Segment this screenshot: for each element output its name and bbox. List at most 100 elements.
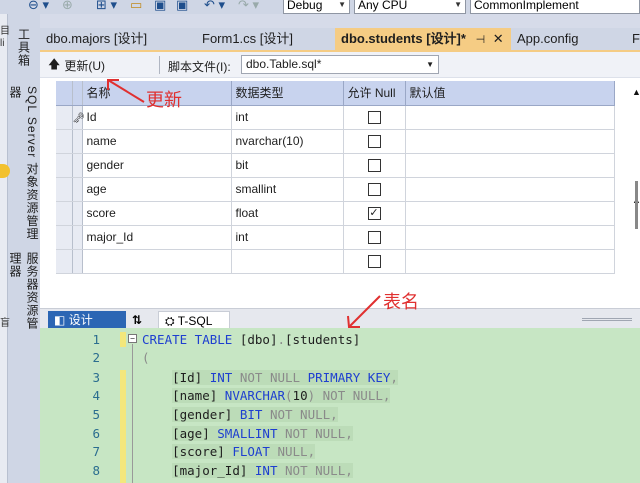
table-row[interactable]: age smallint [56, 177, 615, 202]
cell-default-value[interactable] [405, 225, 615, 250]
scroll-up-icon[interactable]: ▲ [632, 87, 640, 97]
allow-null-checkbox[interactable] [367, 255, 381, 269]
cell-default-value[interactable] [405, 201, 615, 226]
server-explorer-tab[interactable]: 服务器资源管理器 [8, 252, 39, 336]
collapse-icon[interactable]: − [128, 334, 137, 343]
cell-name[interactable]: major_Id [82, 225, 232, 250]
cell-default-value[interactable] [405, 249, 615, 274]
swap-panes-button[interactable]: ⇅ [126, 311, 158, 329]
row-selector[interactable] [56, 249, 73, 274]
configuration-combo[interactable]: Debug ▼ [283, 0, 350, 14]
scroll-thumb[interactable] [635, 181, 638, 229]
tab-design-pane[interactable]: ◧ 设计 [48, 311, 126, 329]
tsql-editor[interactable]: 1 2 3 4 5 6 7 8 − CREATE TABLE [dbo].[st… [40, 328, 640, 483]
new-project-icon[interactable]: ⊞ ▾ [96, 0, 117, 13]
forward-icon[interactable]: ⊕ [62, 0, 73, 13]
cell-allow-null[interactable] [343, 129, 406, 154]
key-cell[interactable] [72, 153, 83, 178]
update-button[interactable]: 🡅 更新(U) [48, 57, 105, 73]
table-row[interactable]: score float ✓ [56, 201, 615, 226]
header-allow-null[interactable]: 允许 Null [343, 81, 406, 106]
tab-app-config[interactable]: App.config [511, 28, 621, 50]
allow-null-checkbox[interactable] [367, 111, 381, 125]
update-button-label: 更新(U) [64, 58, 106, 73]
header-default-value[interactable]: 默认值 [405, 81, 615, 106]
cell-data-type[interactable]: smallint [231, 177, 344, 202]
allow-null-checkbox[interactable]: ✓ [367, 207, 381, 221]
cell-default-value[interactable] [405, 129, 615, 154]
splitter-grip[interactable] [582, 318, 632, 321]
code-token: NOT NULL, [285, 426, 353, 441]
code-token: NOT NULL, [269, 407, 338, 422]
code-line-1: CREATE TABLE [dbo].[students] [142, 332, 360, 347]
cell-name[interactable]: age [82, 177, 232, 202]
tab-tsql-pane[interactable]: ⛭ T-SQL [158, 311, 230, 329]
cell-name[interactable] [82, 249, 232, 274]
key-cell[interactable] [72, 249, 83, 274]
script-file-value: dbo.Table.sql* [246, 57, 322, 71]
design-pane-icon: ◧ [54, 313, 66, 327]
code-token: CREATE TABLE [142, 332, 240, 347]
code-token: INT [209, 370, 240, 385]
toolbox-tab[interactable]: 工具箱 [9, 28, 39, 80]
table-row[interactable] [56, 249, 615, 274]
allow-null-checkbox[interactable] [367, 135, 381, 149]
table-row[interactable]: name nvarchar(10) [56, 129, 615, 154]
tab-overflow[interactable]: F [626, 28, 640, 50]
close-icon[interactable]: ✕ [493, 31, 504, 46]
key-cell[interactable] [72, 129, 83, 154]
startup-project-combo[interactable]: CommonImplement [470, 0, 640, 14]
swap-icon: ⇅ [132, 313, 143, 327]
allow-null-checkbox[interactable] [367, 231, 381, 245]
tab-majors-design[interactable]: dbo.majors [设计] [40, 28, 190, 50]
cell-allow-null[interactable] [343, 105, 406, 130]
cell-data-type[interactable] [231, 249, 344, 274]
key-cell[interactable] [72, 225, 83, 250]
save-icon[interactable]: ▣ [154, 0, 166, 13]
cell-name[interactable]: score [82, 201, 232, 226]
cell-data-type[interactable]: int [231, 105, 344, 130]
header-data-type[interactable]: 数据类型 [231, 81, 344, 106]
cell-data-type[interactable]: int [231, 225, 344, 250]
key-cell[interactable] [72, 201, 83, 226]
primary-key-icon[interactable]: 🗝 [72, 105, 85, 130]
line-number: 7 [92, 444, 100, 459]
cell-default-value[interactable] [405, 177, 615, 202]
tab-students-design[interactable]: dbo.students [设计]* ⊣ ✕ [335, 28, 511, 50]
row-selector[interactable] [56, 105, 73, 130]
open-folder-icon[interactable]: ▭ [130, 0, 142, 13]
platform-combo[interactable]: Any CPU ▼ [354, 0, 466, 14]
cell-name[interactable]: name [82, 129, 232, 154]
cell-allow-null[interactable]: ✓ [343, 201, 406, 226]
row-selector[interactable] [56, 153, 73, 178]
script-file-combo[interactable]: dbo.Table.sql* ▼ [241, 55, 439, 74]
cell-data-type[interactable]: bit [231, 153, 344, 178]
back-icon[interactable]: ⊖ ▾ [28, 0, 49, 13]
row-selector[interactable] [56, 225, 73, 250]
pin-icon[interactable]: ⊣ [476, 34, 486, 46]
table-row[interactable]: major_Id int [56, 225, 615, 250]
cell-allow-null[interactable] [343, 153, 406, 178]
properties-scrollbar[interactable]: ▲ ▲ [618, 81, 640, 308]
sql-server-object-explorer-tab[interactable]: SQL Server 对象资源管理器 [8, 86, 39, 246]
cell-default-value[interactable] [405, 153, 615, 178]
allow-null-checkbox[interactable] [367, 183, 381, 197]
cell-allow-null[interactable] [343, 177, 406, 202]
cell-default-value[interactable] [405, 105, 615, 130]
cell-data-type[interactable]: nvarchar(10) [231, 129, 344, 154]
row-selector[interactable] [56, 177, 73, 202]
row-selector[interactable] [56, 129, 73, 154]
table-row[interactable]: gender bit [56, 153, 615, 178]
save-all-icon[interactable]: ▣ [176, 0, 188, 13]
row-selector[interactable] [56, 201, 73, 226]
allow-null-checkbox[interactable] [367, 159, 381, 173]
cell-name[interactable]: gender [82, 153, 232, 178]
cell-allow-null[interactable] [343, 249, 406, 274]
redo-icon[interactable]: ↷ ▾ [238, 0, 259, 13]
undo-icon[interactable]: ↶ ▾ [204, 0, 225, 13]
cell-allow-null[interactable] [343, 225, 406, 250]
key-cell[interactable] [72, 177, 83, 202]
tab-form1-design[interactable]: Form1.cs [设计] [196, 28, 324, 50]
cell-data-type[interactable]: float [231, 201, 344, 226]
code-token: , [390, 370, 398, 385]
